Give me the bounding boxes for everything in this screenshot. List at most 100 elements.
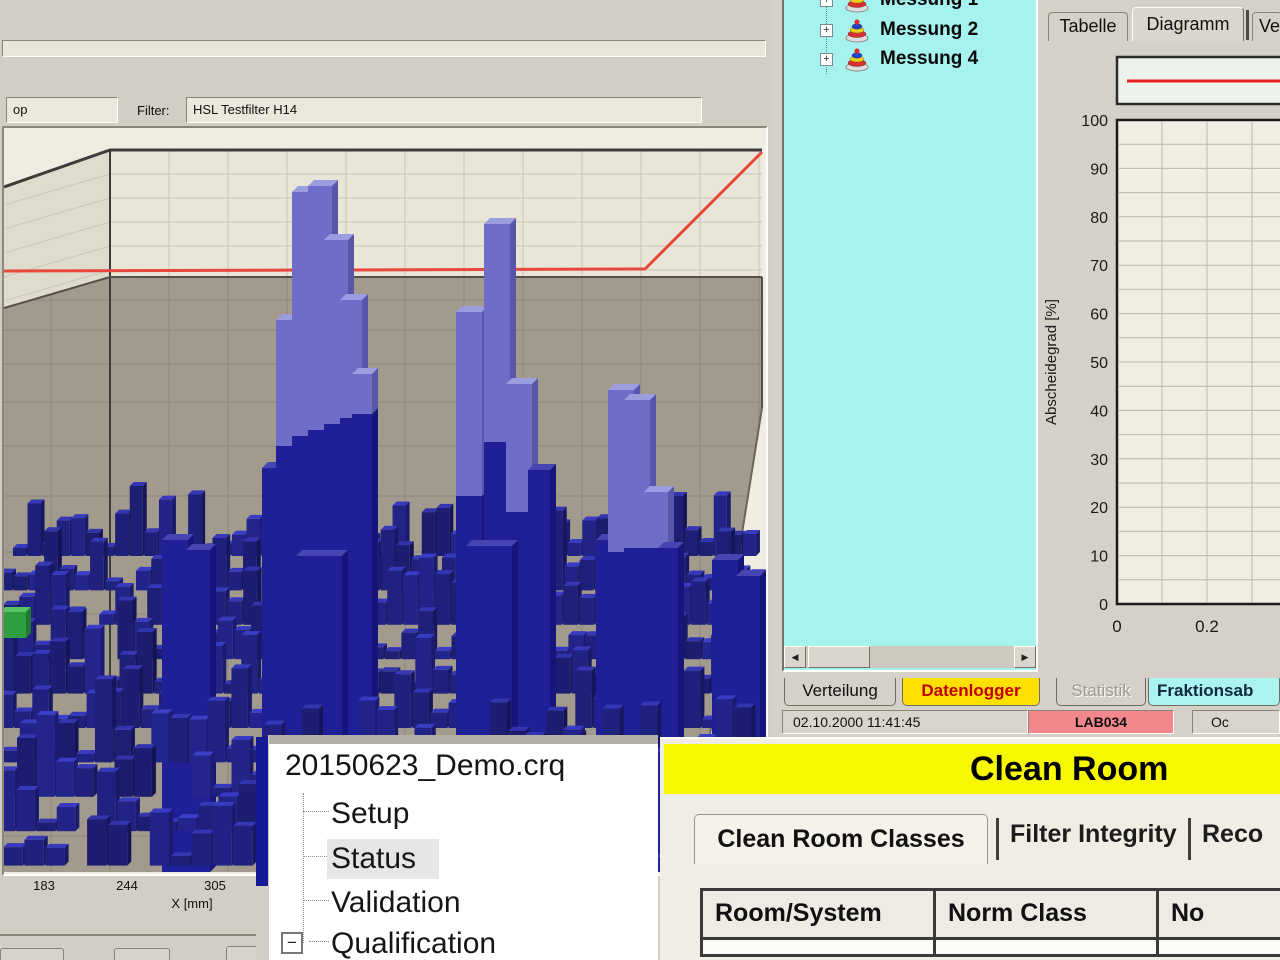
tree-item-validation[interactable]: Validation (331, 886, 461, 920)
y-tick-label: 70 (1090, 258, 1108, 275)
y-tick-label: 20 (1090, 500, 1108, 517)
table-cell (936, 940, 1159, 954)
tab-label: Fraktionsab (1157, 681, 1253, 700)
status-datetime-text: 02.10.2000 11:41:45 (793, 714, 920, 730)
tab-filter-integrity[interactable]: Filter Integrity (1010, 820, 1177, 849)
window-edge (269, 735, 658, 744)
tab-label: Reco (1202, 820, 1263, 848)
y-tick-label: 90 (1090, 161, 1108, 178)
filter-field-text: HSL Testfilter H14 (193, 102, 297, 117)
y-axis-title: Abscheidegrad [%] (1043, 299, 1060, 425)
table-header-row: Room/System Norm Class No (703, 891, 1280, 937)
background-window-sliver-gray (256, 886, 268, 960)
table-row[interactable] (703, 937, 1280, 954)
tab-tabelle[interactable]: Tabelle (1048, 12, 1128, 41)
tree-connector (309, 941, 329, 942)
table-cell (1159, 940, 1280, 954)
tab-label: Tabelle (1059, 16, 1116, 36)
window-bottom-edge (0, 934, 268, 936)
desktop: op Filter: HSL Testfilter H14 183 244 30… (0, 0, 1280, 960)
tree-connector (303, 811, 329, 812)
x-axis-tick: 244 (105, 878, 149, 893)
tree-connector (303, 900, 329, 901)
status-operator: Oc (1192, 710, 1280, 734)
partial-button[interactable] (0, 948, 64, 960)
value-field-text: op (13, 102, 27, 117)
cleanroom-table: Room/System Norm Class No (700, 888, 1280, 957)
y-tick-label: 40 (1090, 403, 1108, 420)
status-device-alarm: LAB034 (1028, 710, 1174, 734)
expand-icon[interactable]: + (820, 0, 833, 7)
tree-item-messung-1[interactable]: + Messung 1 (784, 0, 1036, 16)
tab-verteilung[interactable]: Verteilung (784, 678, 896, 706)
tree-item-setup[interactable]: Setup (331, 797, 409, 831)
tab-separator (1246, 10, 1249, 40)
project-root[interactable]: 20150623_Demo.crq (285, 749, 565, 783)
y-tick-label: 60 (1090, 307, 1108, 324)
tab-recovery-partial[interactable]: Reco (1202, 820, 1263, 849)
y-tick-label: 10 (1090, 549, 1108, 566)
column-header-norm-partial: No (1159, 891, 1280, 937)
tab-label: Ve (1259, 16, 1280, 36)
tab-label: Datenlogger (921, 681, 1020, 700)
y-tick-label: 100 (1081, 113, 1108, 130)
scrollbar-thumb[interactable] (808, 646, 870, 668)
filter-field[interactable]: HSL Testfilter H14 (186, 97, 702, 123)
tree-item-status[interactable]: Status (331, 842, 416, 876)
tab-separator (996, 818, 999, 860)
tab-datenlogger[interactable]: Datenlogger (902, 678, 1040, 706)
tab-label: Clean Room Classes (717, 825, 964, 853)
x-axis-tick: 183 (22, 878, 66, 893)
banner-title: Clean Room (970, 750, 1168, 789)
expand-icon[interactable]: + (820, 24, 833, 37)
measurement-icon (844, 46, 870, 72)
status-device-text: LAB034 (1075, 714, 1127, 730)
status-datetime: 02.10.2000 11:41:45 (782, 710, 1028, 734)
tab-label: Diagramm (1146, 14, 1229, 34)
tab-statistik[interactable]: Statistik (1056, 678, 1146, 706)
filter-label: Filter: (137, 103, 170, 118)
tree-item-label: Messung 2 (880, 19, 978, 41)
measurement-list[interactable]: + Messung 1 + Messung 2 + Messung 4 ◀ ▶ (782, 0, 1038, 672)
diagram-panel: Tabelle Diagramm Ve 01020304050607080901… (1040, 0, 1280, 676)
tab-fraktionsabscheidegrad[interactable]: Fraktionsab (1148, 678, 1280, 706)
tree-connector (303, 856, 329, 857)
background-window-sliver (256, 737, 268, 886)
y-tick-label: 80 (1090, 210, 1108, 227)
tab-verteilung-partial[interactable]: Ve (1252, 12, 1280, 41)
tree-item-label: Messung 4 (880, 48, 978, 70)
x-tick-label: 0 (1112, 617, 1121, 636)
measurement-icon (844, 17, 870, 43)
scroll-right-button[interactable]: ▶ (1014, 646, 1036, 668)
title-banner: Clean Room (664, 744, 1280, 794)
y-tick-label: 50 (1090, 355, 1108, 372)
horizontal-scrollbar[interactable]: ◀ ▶ (784, 646, 1036, 668)
value-field[interactable]: op (6, 97, 118, 123)
expand-icon[interactable]: + (820, 53, 833, 66)
measurement-icon (844, 0, 870, 13)
tab-label: Verteilung (802, 681, 878, 700)
column-header-norm-class: Norm Class (936, 891, 1159, 937)
column-header-room-system: Room/System (703, 891, 936, 937)
table-cell (703, 940, 936, 954)
tree-item-messung-2[interactable]: + Messung 2 (784, 16, 1036, 46)
x-axis-tick: 305 (193, 878, 237, 893)
project-tree-window: 20150623_Demo.crq Setup Status Validatio… (268, 735, 658, 960)
tree-item-qualification[interactable]: Qualification (331, 927, 496, 960)
tree-item-label: Messung 1 (880, 0, 978, 11)
tab-separator (1188, 818, 1191, 860)
partial-button[interactable] (114, 948, 170, 960)
scroll-left-button[interactable]: ◀ (784, 646, 806, 668)
x-axis-label: X [mm] (160, 896, 224, 911)
tab-diagramm[interactable]: Diagramm (1132, 7, 1244, 41)
measurement-window: + Messung 1 + Messung 2 + Messung 4 ◀ ▶ Tabel… (772, 0, 1280, 737)
y-tick-label: 0 (1099, 597, 1108, 614)
tab-clean-room-classes[interactable]: Clean Room Classes (694, 814, 988, 864)
x-tick-label: 0.2 (1195, 617, 1219, 636)
status-operator-text: Oc (1211, 714, 1229, 730)
tree-item-messung-4[interactable]: + Messung 4 (784, 45, 1036, 75)
toolbar-groove (2, 40, 766, 57)
collapse-icon[interactable]: − (281, 932, 303, 954)
cleanroom-window: Clean Room Clean Room Classes Filter Int… (660, 737, 1280, 960)
efficiency-line-chart: 010203040506070809010000.2Abscheidegrad … (1040, 44, 1280, 676)
